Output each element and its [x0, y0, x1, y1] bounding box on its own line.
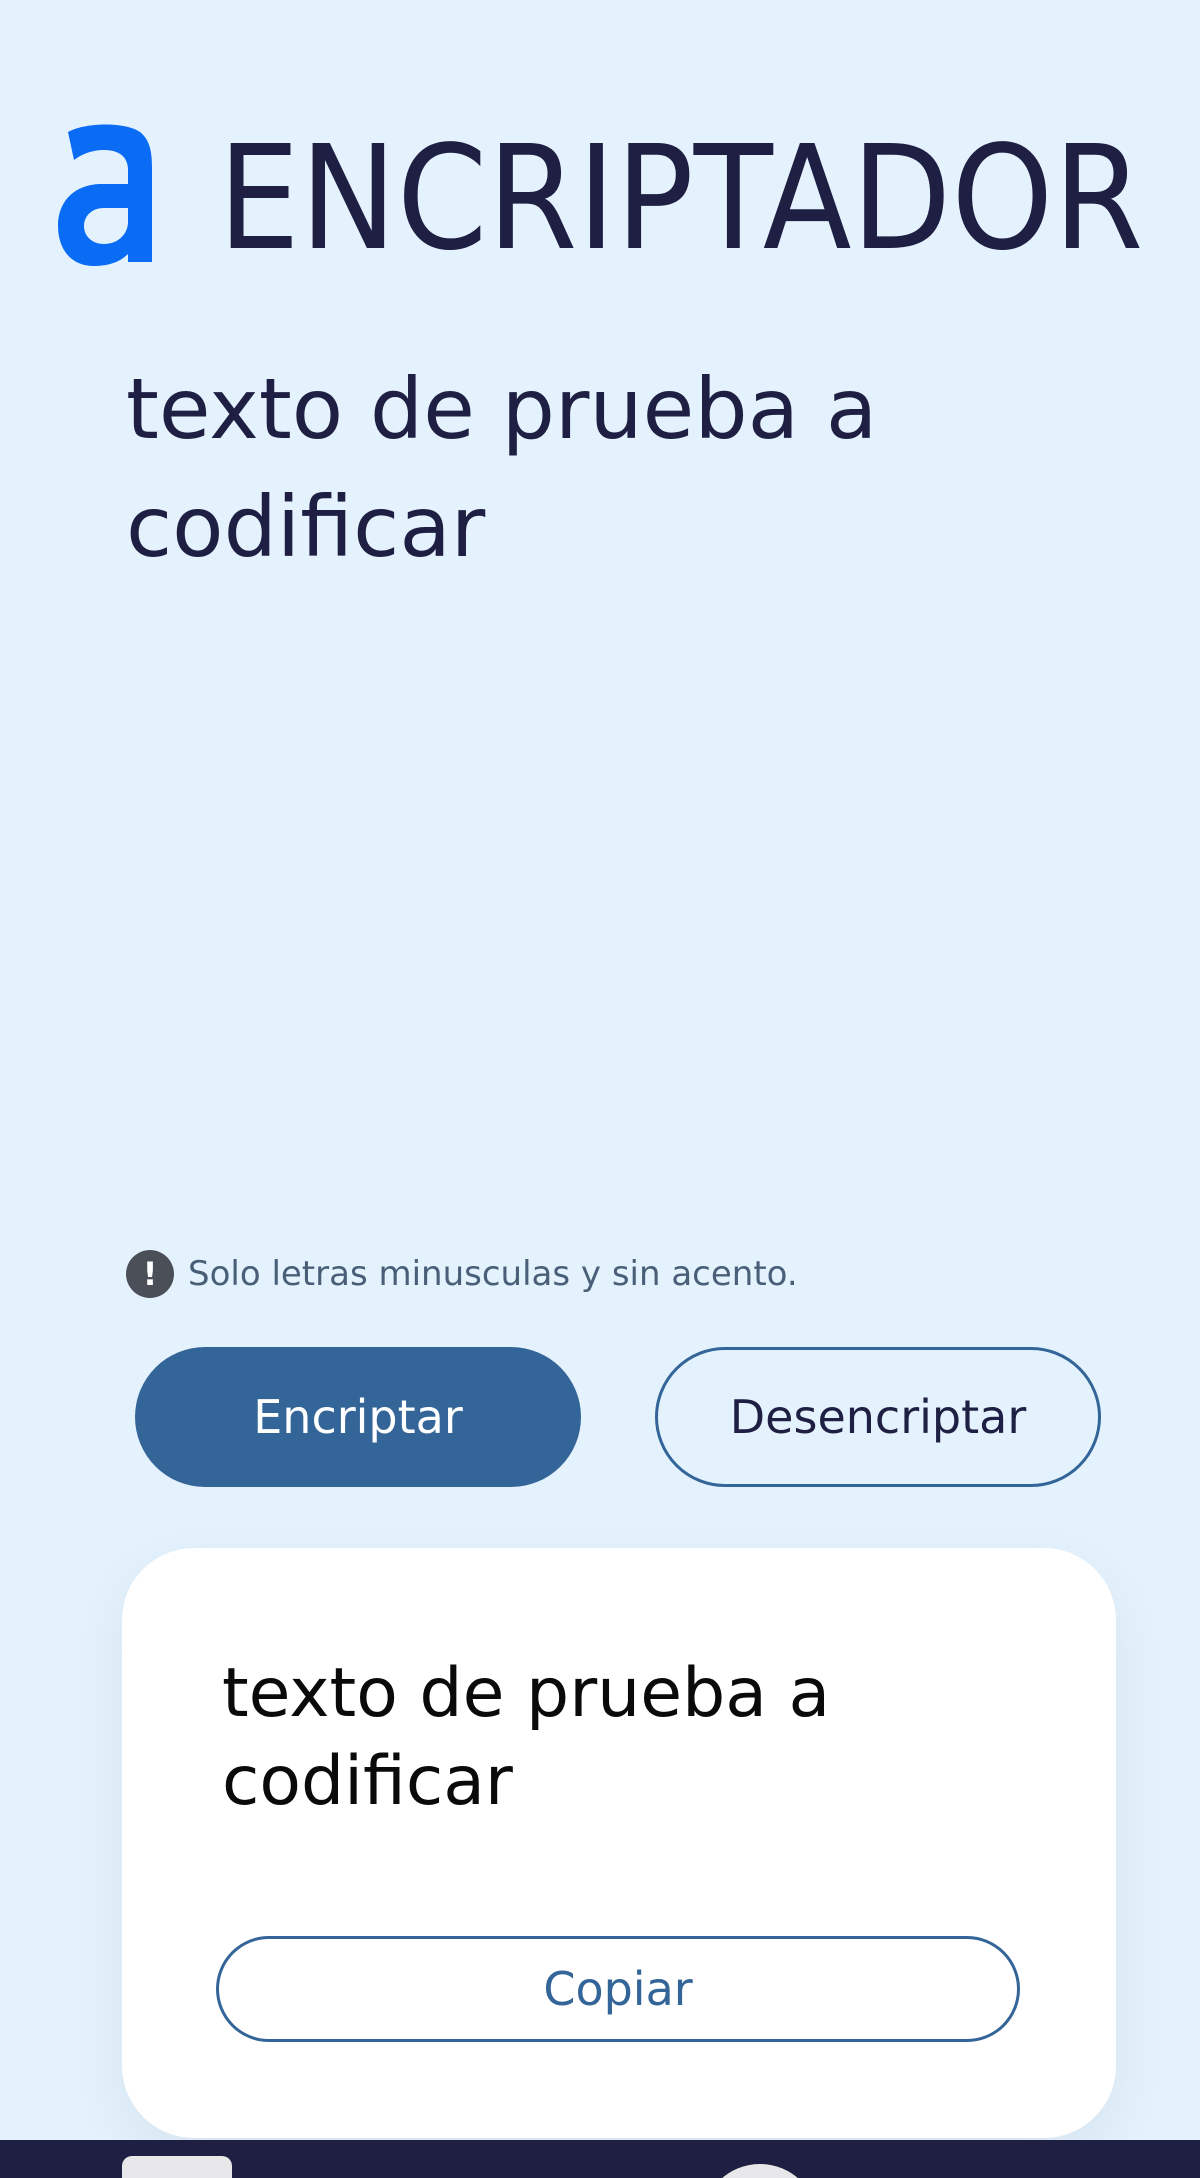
- alura-a-logo-icon: [58, 124, 152, 266]
- result-text: texto de prueba a codificar: [222, 1654, 831, 1821]
- hint-text: Solo letras minusculas y sin acento.: [188, 1254, 798, 1294]
- input-hint: ! Solo letras minusculas y sin acento.: [126, 1250, 798, 1298]
- result-panel: texto de prueba a codificar Copiar: [122, 1548, 1116, 2138]
- decrypt-button[interactable]: Desencriptar: [655, 1347, 1101, 1487]
- footer-circle-shape: [702, 2164, 818, 2178]
- copy-button[interactable]: Copiar: [216, 1936, 1020, 2042]
- brand-title: ENCRIPTADOR: [218, 114, 1144, 282]
- app-page: ENCRIPTADOR texto de prueba a codificar …: [0, 0, 1200, 2178]
- footer-tab-shape: [122, 2156, 232, 2178]
- footer-bar: [0, 2140, 1200, 2178]
- encrypt-button[interactable]: Encriptar: [135, 1347, 581, 1487]
- message-input[interactable]: texto de prueba a codificar: [126, 350, 1096, 1190]
- exclamation-circle-icon: !: [126, 1250, 174, 1298]
